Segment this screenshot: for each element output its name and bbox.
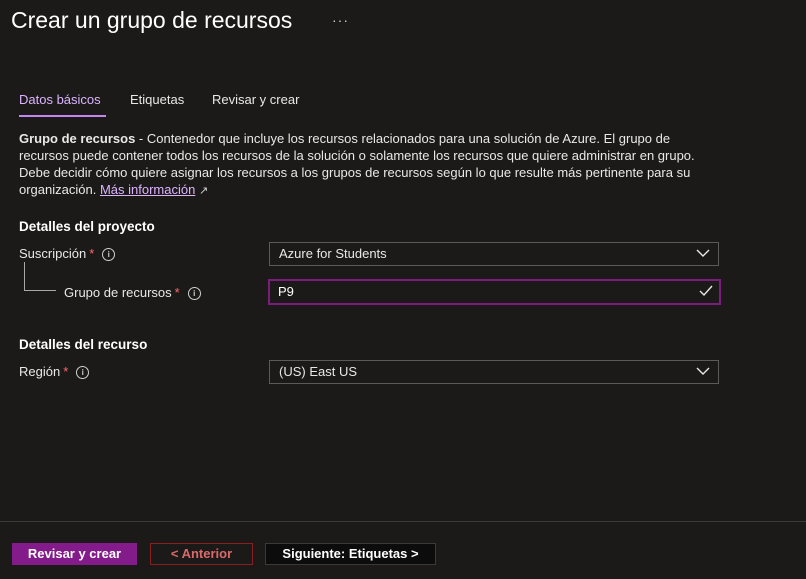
resource-details-heading: Detalles del recurso — [19, 337, 148, 352]
footer-divider — [0, 521, 806, 522]
description-term: Grupo de recursos — [19, 131, 136, 146]
chevron-down-icon — [696, 249, 710, 257]
required-marker: * — [89, 246, 95, 261]
region-value: (US) East US — [279, 364, 358, 379]
resource-group-label: Grupo de recursos * i — [64, 285, 201, 301]
info-icon[interactable]: i — [187, 287, 201, 301]
chevron-down-icon — [696, 367, 710, 375]
more-options-icon[interactable]: ··· — [332, 12, 349, 28]
resource-group-value: P9 — [278, 284, 294, 299]
description: Grupo de recursos - Contenedor que inclu… — [19, 130, 719, 200]
tree-connector-horizontal — [24, 290, 56, 291]
tab-revisar-crear[interactable]: Revisar y crear — [212, 92, 299, 107]
subscription-value: Azure for Students — [279, 246, 387, 261]
subscription-select[interactable]: Azure for Students — [269, 242, 719, 266]
active-tab-indicator — [19, 115, 106, 117]
page-title: Crear un grupo de recursos — [11, 7, 293, 33]
next-tags-button[interactable]: Siguiente: Etiquetas > — [265, 543, 436, 565]
required-marker: * — [174, 285, 180, 300]
subscription-label: Suscripción * i — [19, 246, 116, 262]
tab-etiquetas[interactable]: Etiquetas — [130, 92, 184, 107]
tree-connector-vertical — [24, 262, 25, 290]
review-create-button[interactable]: Revisar y crear — [12, 543, 137, 565]
region-label: Región * i — [19, 364, 90, 380]
project-details-heading: Detalles del proyecto — [19, 219, 155, 234]
previous-button[interactable]: < Anterior — [150, 543, 253, 565]
resource-group-input[interactable]: P9 — [268, 279, 721, 305]
checkmark-icon — [699, 285, 713, 297]
tab-datos-basicos[interactable]: Datos básicos — [19, 92, 101, 107]
info-icon[interactable]: i — [102, 248, 116, 262]
external-link-icon: ↗ — [198, 185, 209, 197]
info-icon[interactable]: i — [76, 366, 90, 380]
region-select[interactable]: (US) East US — [269, 360, 719, 384]
subscription-label-text: Suscripción — [19, 246, 87, 261]
region-label-text: Región — [19, 364, 61, 379]
resource-group-label-text: Grupo de recursos — [64, 285, 172, 300]
required-marker: * — [63, 364, 69, 379]
more-info-link[interactable]: Más información — [100, 182, 195, 197]
